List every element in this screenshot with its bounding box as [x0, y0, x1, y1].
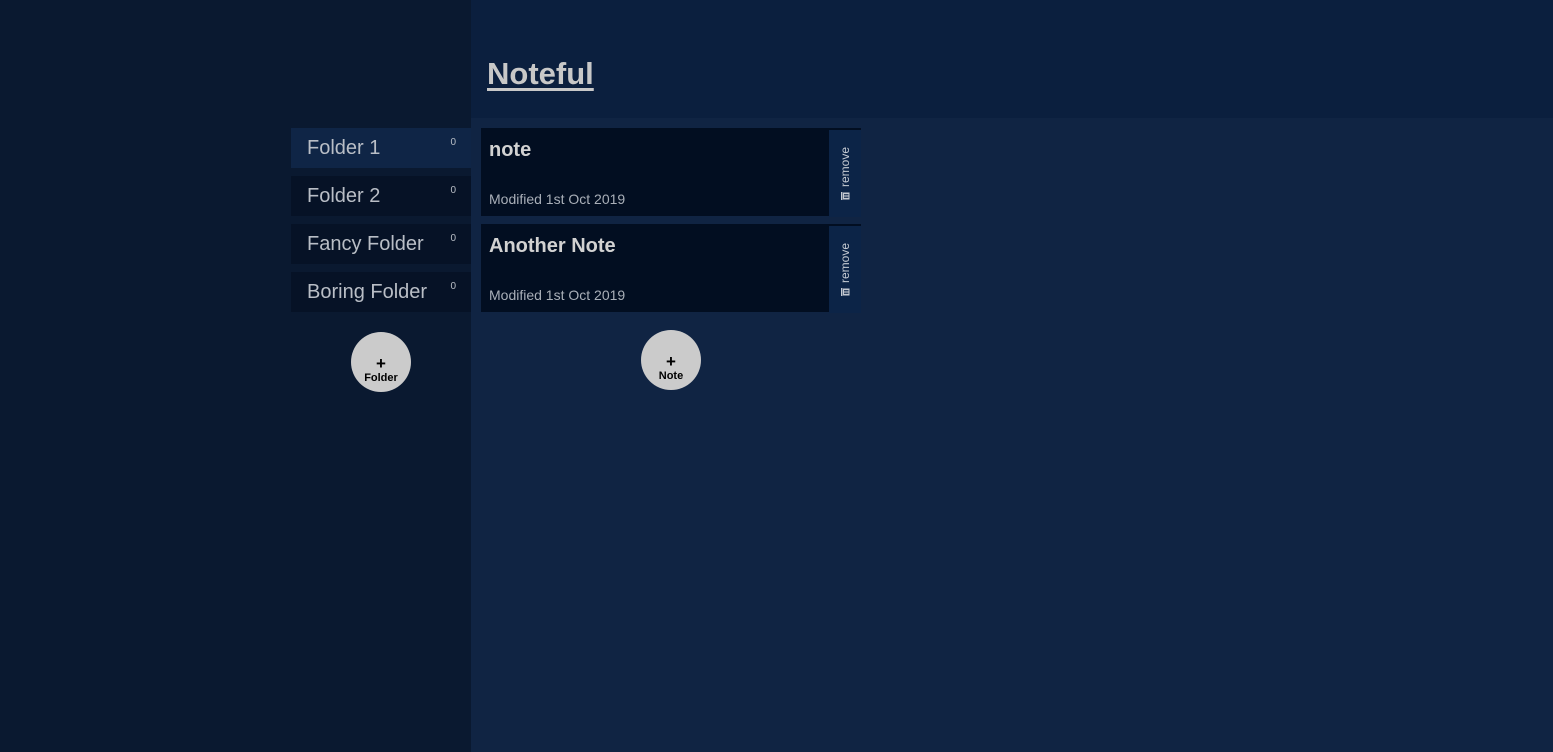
folder-note-count: 0: [450, 233, 456, 244]
note-card: Another Note Modified 1st Oct 2019 remov…: [481, 224, 861, 313]
folder-list: Folder 1 0 Folder 2 0 Fancy Folder 0 Bor…: [291, 128, 471, 320]
remove-note-button[interactable]: remove: [829, 130, 861, 217]
add-note-button[interactable]: + Note: [641, 330, 701, 390]
folder-name: Folder 1: [307, 137, 381, 159]
app-title-link[interactable]: Noteful: [487, 55, 594, 93]
remove-note-button[interactable]: remove: [829, 226, 861, 313]
note-modified-date: Modified 1st Oct 2019: [489, 287, 626, 303]
folder-note-count: 0: [450, 185, 456, 196]
folder-item-fancy-folder[interactable]: Fancy Folder 0: [291, 224, 471, 264]
folder-name: Folder 2: [307, 185, 381, 207]
note-title-link[interactable]: Another Note: [489, 235, 616, 257]
add-folder-button[interactable]: + Folder: [351, 332, 411, 392]
remove-label: remove: [838, 242, 852, 283]
remove-button-content: remove: [838, 146, 852, 200]
folder-item-folder-2[interactable]: Folder 2 0: [291, 176, 471, 216]
plus-icon: +: [376, 354, 386, 373]
note-list: note Modified 1st Oct 2019 remove Anothe…: [481, 128, 861, 320]
trash-icon: [841, 191, 850, 200]
folder-note-count: 0: [450, 281, 456, 292]
folder-name: Boring Folder: [307, 281, 428, 303]
remove-label: remove: [838, 146, 852, 187]
folder-note-count: 0: [450, 137, 456, 148]
app-root: Noteful Folder 1 0 Folder 2 0 Fancy Fold…: [0, 0, 1553, 752]
remove-button-content: remove: [838, 242, 852, 296]
header: Noteful: [471, 0, 1553, 118]
add-note-label: Note: [658, 370, 684, 382]
add-folder-label: Folder: [364, 372, 398, 384]
folder-item-boring-folder[interactable]: Boring Folder 0: [291, 272, 471, 312]
trash-icon: [841, 287, 850, 296]
note-title-link[interactable]: note: [489, 139, 531, 161]
folder-name: Fancy Folder: [307, 233, 424, 255]
note-card: note Modified 1st Oct 2019 remove: [481, 128, 861, 217]
note-modified-date: Modified 1st Oct 2019: [489, 191, 626, 207]
plus-icon: +: [666, 352, 676, 371]
folder-item-folder-1[interactable]: Folder 1 0: [291, 128, 471, 168]
